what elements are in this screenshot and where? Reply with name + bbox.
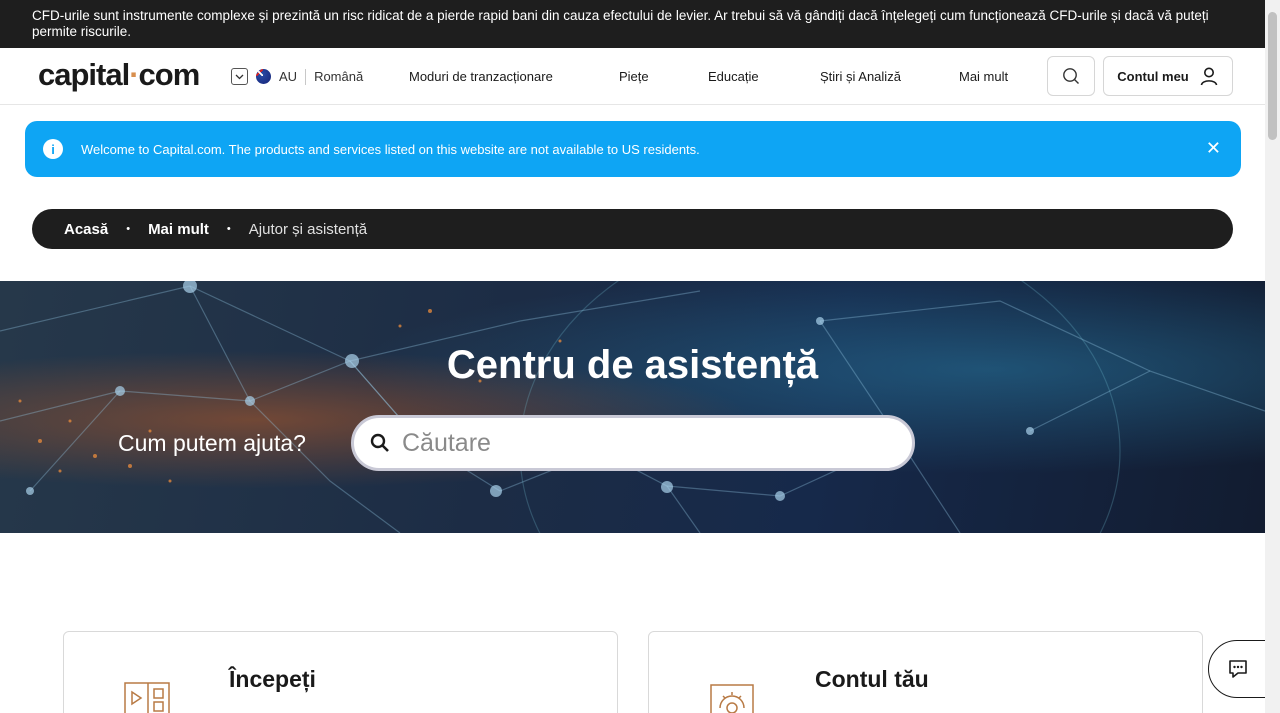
topic-card-getting-started[interactable]: Începeți <box>63 631 618 713</box>
breadcrumb-more[interactable]: Mai mult <box>148 221 209 238</box>
nav-more[interactable]: Mai mult <box>959 69 1008 84</box>
chevron-down-icon[interactable] <box>231 68 248 85</box>
my-account-button[interactable]: Contul meu <box>1103 56 1233 96</box>
search-prompt-label: Cum putem ajuta? <box>118 430 306 456</box>
topic-card-your-account[interactable]: Contul tău <box>648 631 1203 713</box>
nav-news-analysis[interactable]: Știri și Analiză <box>820 69 901 84</box>
page-title: Centru de asistență <box>446 343 819 387</box>
logo[interactable]: capital·com <box>38 57 201 93</box>
video-tutorial-icon <box>124 682 170 713</box>
breadcrumb-separator: • <box>126 223 131 235</box>
topic-card-title: Contul tău <box>815 666 929 692</box>
breadcrumb-home[interactable]: Acasă <box>64 221 108 238</box>
australia-flag-icon <box>256 69 271 84</box>
risk-warning-banner: CFD-urile sunt instrumente complexe și p… <box>0 0 1265 48</box>
logo-dot: · <box>129 57 139 92</box>
breadcrumb-current: Ajutor și asistență <box>248 220 368 238</box>
header-search-button[interactable] <box>1047 56 1095 96</box>
help-search-input[interactable] <box>402 428 872 458</box>
notice-text: Welcome to Capital.com. The products and… <box>81 141 700 157</box>
my-account-label: Contul meu <box>1117 68 1189 84</box>
page: CFD-urile sunt instrumente complexe și p… <box>0 0 1280 713</box>
scrollbar-thumb[interactable] <box>1268 12 1277 140</box>
search-icon <box>1063 68 1079 84</box>
region-selector[interactable]: AU Română <box>231 68 363 85</box>
nav-markets[interactable]: Piețe <box>619 69 649 84</box>
topic-card-title: Începeți <box>229 666 316 692</box>
help-search-box[interactable] <box>351 415 915 471</box>
network-background-image <box>0 281 1265 533</box>
page-scrollbar[interactable] <box>1265 0 1280 713</box>
info-icon: i <box>43 139 63 159</box>
user-icon <box>1200 67 1218 86</box>
divider <box>305 68 307 85</box>
help-center-hero: Centru de asistență Cum putem ajuta? <box>0 281 1265 533</box>
live-chat-button[interactable] <box>1208 640 1268 698</box>
nav-education[interactable]: Educație <box>708 69 759 84</box>
risk-warning-text: CFD-urile sunt instrumente complexe și p… <box>32 8 1209 39</box>
breadcrumb-separator: • <box>226 223 231 235</box>
nav-trading-modes[interactable]: Moduri de tranzacționare <box>409 69 553 84</box>
breadcrumb: Acasă • Mai mult • Ajutor și asistență <box>32 209 1233 249</box>
logo-right: com <box>138 57 201 92</box>
region-code: AU <box>279 69 298 84</box>
account-settings-icon <box>710 684 754 713</box>
close-icon[interactable]: ✕ <box>1206 138 1221 159</box>
us-residents-notice: i Welcome to Capital.com. The products a… <box>25 121 1241 177</box>
search-icon <box>370 433 389 452</box>
language-label[interactable]: Română <box>314 69 363 84</box>
chat-icon <box>1229 660 1247 678</box>
logo-left: capital <box>38 57 130 92</box>
site-header: capital·com AU Română Moduri de tranzacț… <box>0 48 1265 105</box>
